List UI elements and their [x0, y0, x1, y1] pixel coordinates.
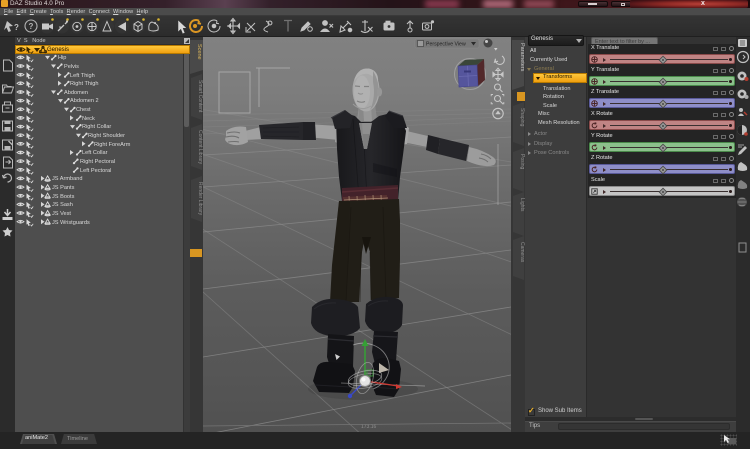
svg-text:Lights: Lights: [519, 198, 525, 212]
svg-text:Content Library: Content Library: [197, 130, 203, 165]
svg-text:Cameras: Cameras: [519, 242, 525, 263]
svg-text:Parameters: Parameters: [519, 43, 525, 72]
svg-text:Render Library: Render Library: [197, 182, 203, 216]
svg-text:Scene: Scene: [196, 44, 202, 60]
svg-text:Shaping: Shaping: [519, 108, 525, 127]
svg-text:Smart Content: Smart Content: [197, 80, 203, 113]
svg-text:?: ?: [29, 22, 34, 31]
svg-text:Posing: Posing: [519, 154, 525, 170]
svg-text:?: ?: [14, 23, 19, 32]
